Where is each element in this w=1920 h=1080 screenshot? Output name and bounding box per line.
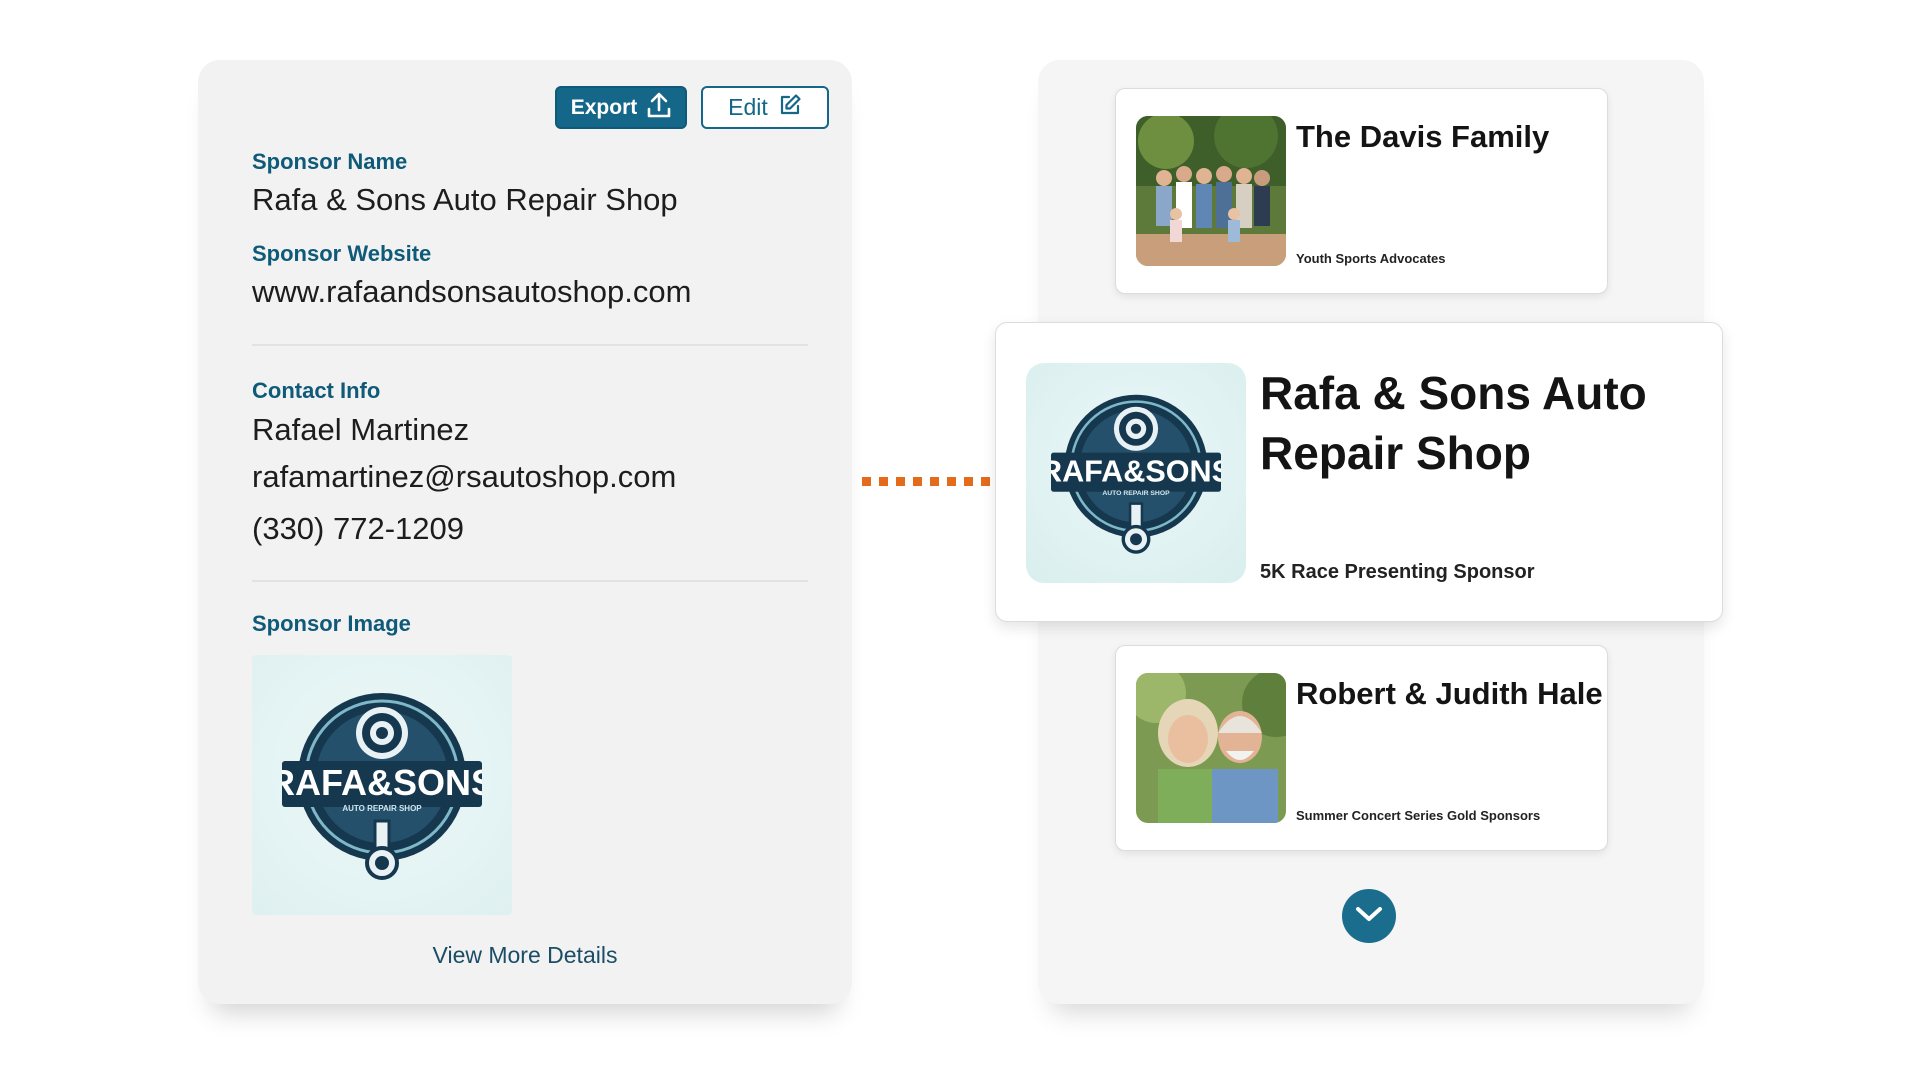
chevron-down-icon [1354, 904, 1384, 929]
dotted-connector [862, 477, 998, 486]
sponsor-name: Robert & Judith Hale [1296, 676, 1603, 711]
export-button[interactable]: Export [555, 86, 687, 129]
edit-button[interactable]: Edit [701, 86, 829, 129]
divider [252, 580, 808, 582]
family-photo [1136, 116, 1286, 266]
contact-info-label: Contact Info [252, 378, 381, 403]
couple-photo [1136, 673, 1286, 823]
sponsor-card-featured[interactable]: RAFA&SONS AUTO REPAIR SHOP Rafa & Sons A… [995, 322, 1723, 622]
contact-email-value: rafamartinez@rsautoshop.com [252, 459, 677, 494]
sponsor-subtitle: Youth Sports Advocates [1296, 251, 1446, 266]
sponsor-card[interactable]: The Davis Family Youth Sports Advocates [1115, 88, 1608, 294]
divider [252, 344, 808, 346]
svg-text:RAFA&SONS: RAFA&SONS [282, 762, 482, 803]
contact-name-value: Rafael Martinez [252, 412, 470, 447]
scroll-down-button[interactable] [1342, 889, 1396, 943]
svg-text:RAFA&SONS: RAFA&SONS [1051, 455, 1221, 489]
sponsor-image[interactable]: RAFA&SONS AUTO REPAIR SHOP [252, 655, 512, 915]
edit-icon [778, 93, 802, 123]
sponsor-name: The Davis Family [1296, 119, 1550, 154]
sponsor-logo: RAFA&SONS AUTO REPAIR SHOP [1026, 363, 1246, 583]
sponsor-image-label: Sponsor Image [252, 611, 411, 636]
svg-text:AUTO REPAIR SHOP: AUTO REPAIR SHOP [342, 804, 422, 813]
view-more-details-link[interactable]: View More Details [198, 942, 852, 969]
export-label: Export [570, 95, 638, 119]
sponsor-website-value: www.rafaandsonsautoshop.com [252, 274, 692, 309]
edit-label: Edit [728, 94, 768, 120]
svg-text:AUTO REPAIR SHOP: AUTO REPAIR SHOP [1102, 490, 1170, 497]
rafa-sons-logo: RAFA&SONS AUTO REPAIR SHOP [1051, 394, 1221, 554]
sponsor-name: Rafa & Sons Auto Repair Shop [1260, 367, 1647, 479]
sponsor-card[interactable]: Robert & Judith Hale Summer Concert Seri… [1115, 645, 1608, 851]
upload-icon [647, 92, 671, 124]
sponsor-name-label: Sponsor Name [252, 149, 408, 174]
sponsor-detail-panel: Export Edit Sponsor Name Rafa & Sons Aut… [198, 60, 852, 1004]
sponsor-website-label: Sponsor Website [252, 241, 432, 266]
rafa-sons-logo: RAFA&SONS AUTO REPAIR SHOP [282, 693, 482, 880]
sponsor-subtitle: 5K Race Presenting Sponsor [1260, 561, 1535, 583]
sponsor-name-value: Rafa & Sons Auto Repair Shop [252, 182, 678, 217]
sponsor-subtitle: Summer Concert Series Gold Sponsors [1296, 808, 1541, 823]
contact-phone-value: (330) 772-1209 [252, 511, 464, 546]
